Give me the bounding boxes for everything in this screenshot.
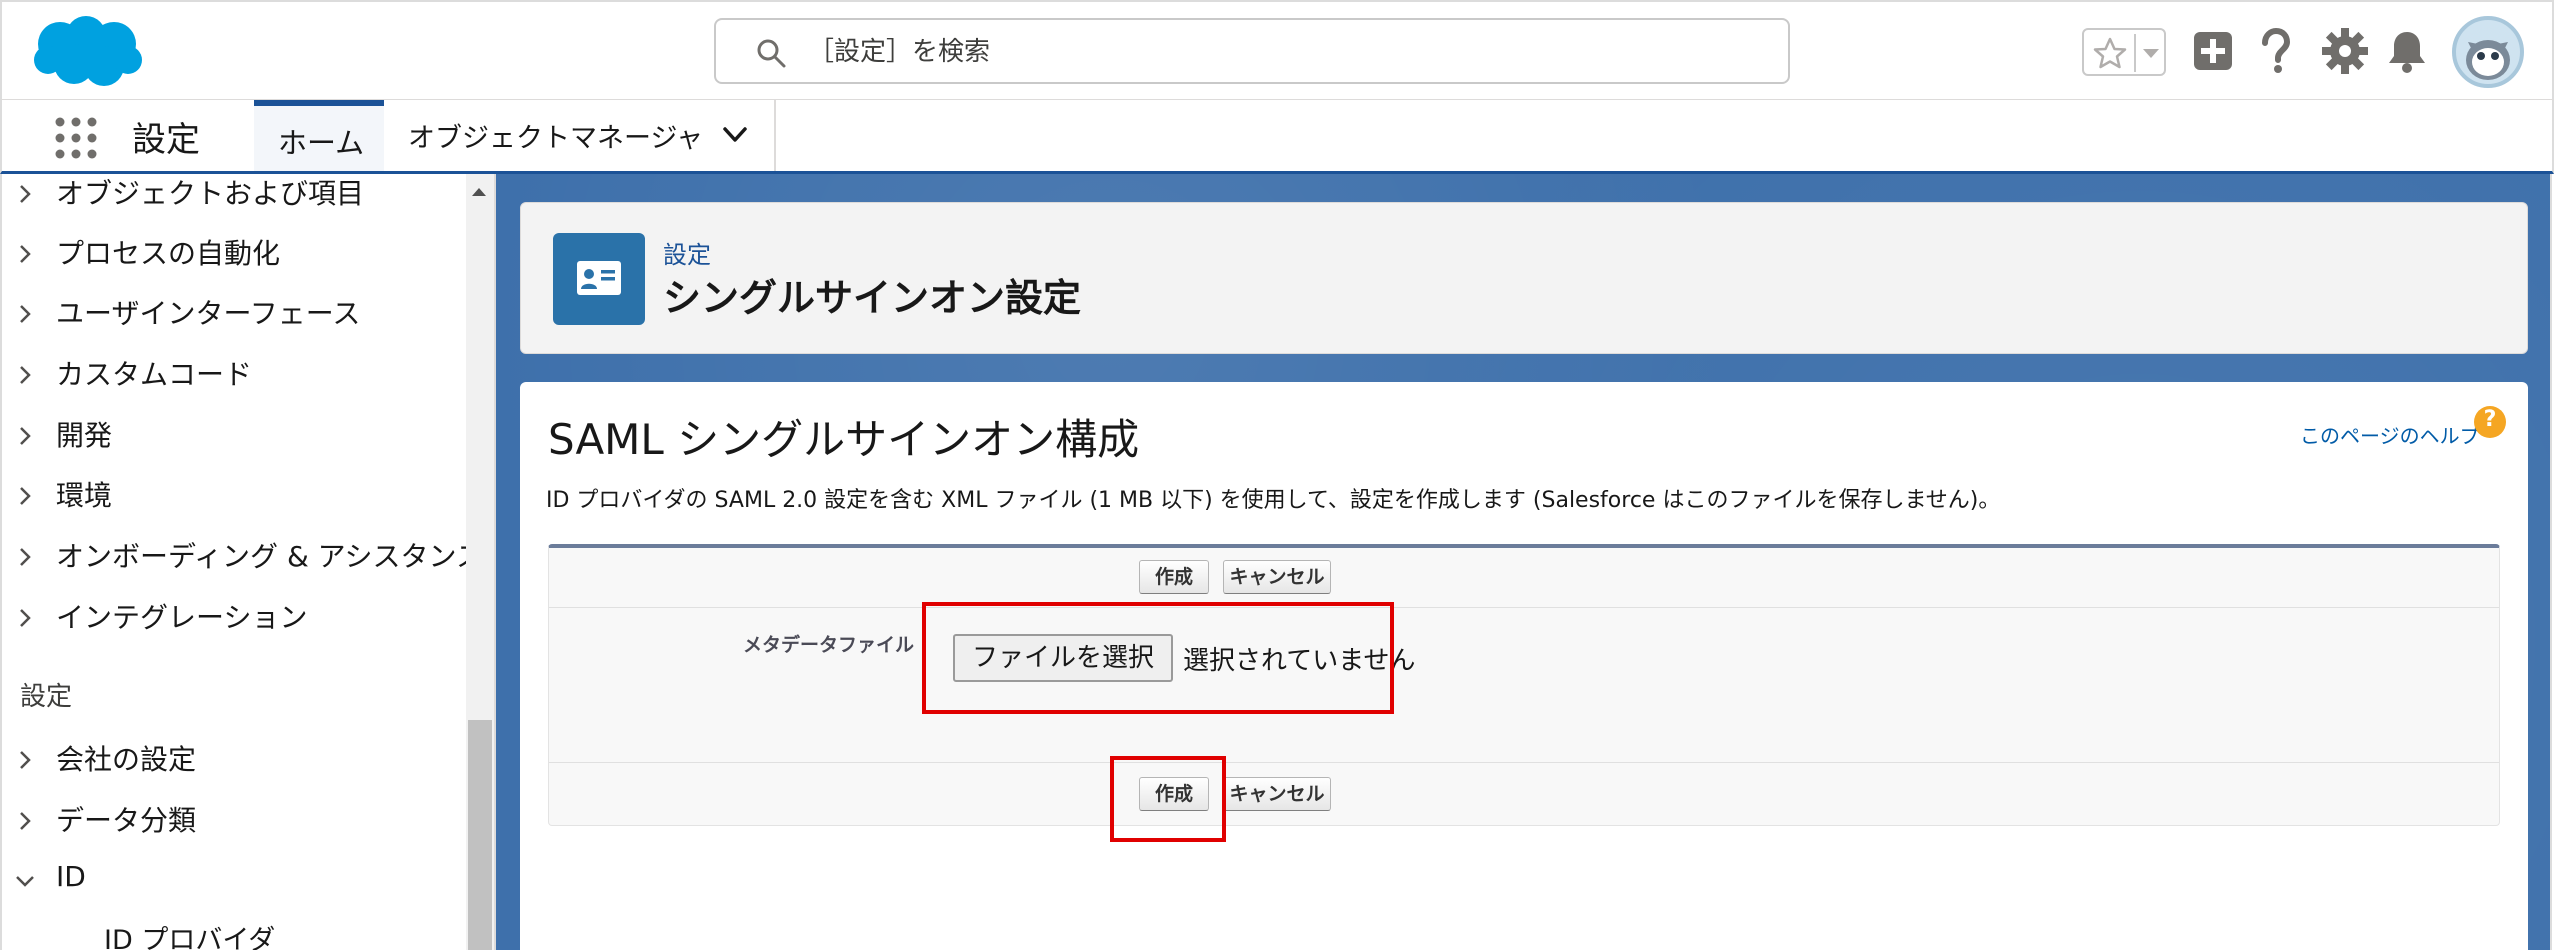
tab-object-manager-label: オブジェクトマネージャ xyxy=(408,123,704,154)
sidebar-section-settings: 設定 xyxy=(20,682,73,712)
sidebar-item-custom-code[interactable]: カスタムコード xyxy=(2,349,462,399)
context-bar: 設定 ホーム オブジェクトマネージャ xyxy=(0,100,2554,174)
saml-config-card: SAML シングルサインオン構成 このページのヘルプ ? ID プロバイダの S… xyxy=(520,382,2528,950)
chevron-down-icon[interactable] xyxy=(720,124,750,146)
sidebar-item-label: オンボーディング & アシスタンス xyxy=(56,540,484,573)
avatar[interactable] xyxy=(2452,16,2524,88)
setup-sidebar: オブジェクトおよび項目 プロセスの自動化 ユーザインターフェース カスタムコード… xyxy=(0,174,496,950)
sidebar-item-label: データ分類 xyxy=(56,804,197,837)
header-icon-container xyxy=(553,233,645,325)
sidebar-item-label: オブジェクトおよび項目 xyxy=(56,177,365,210)
chevron-right-icon xyxy=(20,548,31,566)
sidebar-item-label: 環境 xyxy=(56,479,113,512)
metadata-file-label: メタデータファイル xyxy=(743,634,915,656)
sidebar-item-process-automation[interactable]: プロセスの自動化 xyxy=(2,228,462,278)
sidebar-item-integrations[interactable]: インテグレーション xyxy=(2,592,462,642)
sidebar-item-label: プロセスの自動化 xyxy=(56,237,281,270)
help-icon-glyph: ? xyxy=(2483,407,2497,432)
button-row-bottom: 作成 キャンセル xyxy=(549,762,2499,828)
tab-home[interactable]: ホーム xyxy=(254,100,384,171)
help-icon[interactable]: ? xyxy=(2474,406,2506,438)
sidebar-subitem-identity-provider[interactable]: ID プロバイダ xyxy=(104,918,275,950)
sidebar-item-label: 開発 xyxy=(56,419,113,452)
highlight-file-select xyxy=(922,602,1394,714)
id-card-icon xyxy=(577,261,621,295)
cancel-button-top[interactable]: キャンセル xyxy=(1223,560,1331,594)
global-header xyxy=(0,0,2554,100)
chevron-right-icon xyxy=(20,812,31,830)
button-row-top: 作成 キャンセル xyxy=(549,548,2499,608)
sidebar-item-company-settings[interactable]: 会社の設定 xyxy=(2,734,462,784)
chevron-right-icon xyxy=(20,245,31,263)
salesforce-logo-icon[interactable] xyxy=(26,12,146,92)
favorites-button-group[interactable] xyxy=(2082,28,2166,76)
tab-home-label: ホーム xyxy=(278,126,365,160)
app-name: 設定 xyxy=(132,120,200,160)
sidebar-item-user-interface[interactable]: ユーザインターフェース xyxy=(2,288,462,338)
bell-icon[interactable] xyxy=(2382,26,2432,76)
cancel-button-bottom[interactable]: キャンセル xyxy=(1223,777,1331,811)
sidebar-item-label: ユーザインターフェース xyxy=(56,297,361,330)
sidebar-item-label: カスタムコード xyxy=(56,358,253,391)
tab-object-manager[interactable]: オブジェクトマネージャ xyxy=(384,100,776,171)
page-title: シングルサインオン設定 xyxy=(663,276,1082,320)
breadcrumb[interactable]: 設定 xyxy=(663,235,711,270)
chevron-right-icon xyxy=(20,609,31,627)
upload-form: 作成 キャンセル メタデータファイル ファイルを選択 選択されていません 作成 … xyxy=(548,544,2500,826)
app-launcher-icon[interactable] xyxy=(54,116,98,160)
sidebar-item-onboarding[interactable]: オンボーディング & アシスタンス xyxy=(2,531,484,581)
user-avatar-icon xyxy=(2466,40,2510,80)
description-text: ID プロバイダの SAML 2.0 設定を含む XML ファイル (1 MB … xyxy=(546,488,2001,513)
sidebar-scroll-thumb[interactable] xyxy=(468,720,492,950)
sidebar-item-label: 会社の設定 xyxy=(56,743,197,776)
chevron-right-icon xyxy=(20,305,31,323)
star-icon[interactable] xyxy=(2092,36,2128,70)
sidebar-item-label: インテグレーション xyxy=(56,601,308,634)
add-icon[interactable] xyxy=(2188,26,2238,76)
chevron-right-icon xyxy=(20,185,31,203)
sidebar-item-label: ID xyxy=(56,860,86,893)
global-search[interactable] xyxy=(714,18,1790,84)
chevron-right-icon xyxy=(20,487,31,505)
chevron-right-icon xyxy=(20,751,31,769)
main-content: 設定 シングルサインオン設定 SAML シングルサインオン構成 このページのヘル… xyxy=(496,174,2552,950)
chevron-down-icon xyxy=(16,876,34,887)
chevron-right-icon xyxy=(20,427,31,445)
sidebar-item-data-classification[interactable]: データ分類 xyxy=(2,795,462,845)
help-question-icon[interactable] xyxy=(2250,26,2300,76)
search-icon xyxy=(757,39,786,68)
create-button-top[interactable]: 作成 xyxy=(1139,560,1209,594)
sidebar-item-objects-and-fields[interactable]: オブジェクトおよび項目 xyxy=(2,174,462,218)
section-title: SAML シングルサインオン構成 xyxy=(548,415,1140,464)
gear-icon[interactable] xyxy=(2320,26,2370,76)
highlight-create-button xyxy=(1110,756,1226,842)
page-header: 設定 シングルサインオン設定 xyxy=(520,202,2528,354)
sidebar-item-environments[interactable]: 環境 xyxy=(2,470,462,520)
chevron-right-icon xyxy=(20,366,31,384)
chevron-down-icon[interactable] xyxy=(2140,44,2162,62)
sidebar-item-identity[interactable]: ID xyxy=(2,856,462,906)
search-input[interactable] xyxy=(808,28,1768,76)
scroll-up-arrow-icon[interactable] xyxy=(468,184,490,200)
help-link[interactable]: このページのヘルプ xyxy=(2300,420,2480,449)
favorites-divider xyxy=(2134,34,2136,72)
sidebar-item-development[interactable]: 開発 xyxy=(2,410,462,460)
